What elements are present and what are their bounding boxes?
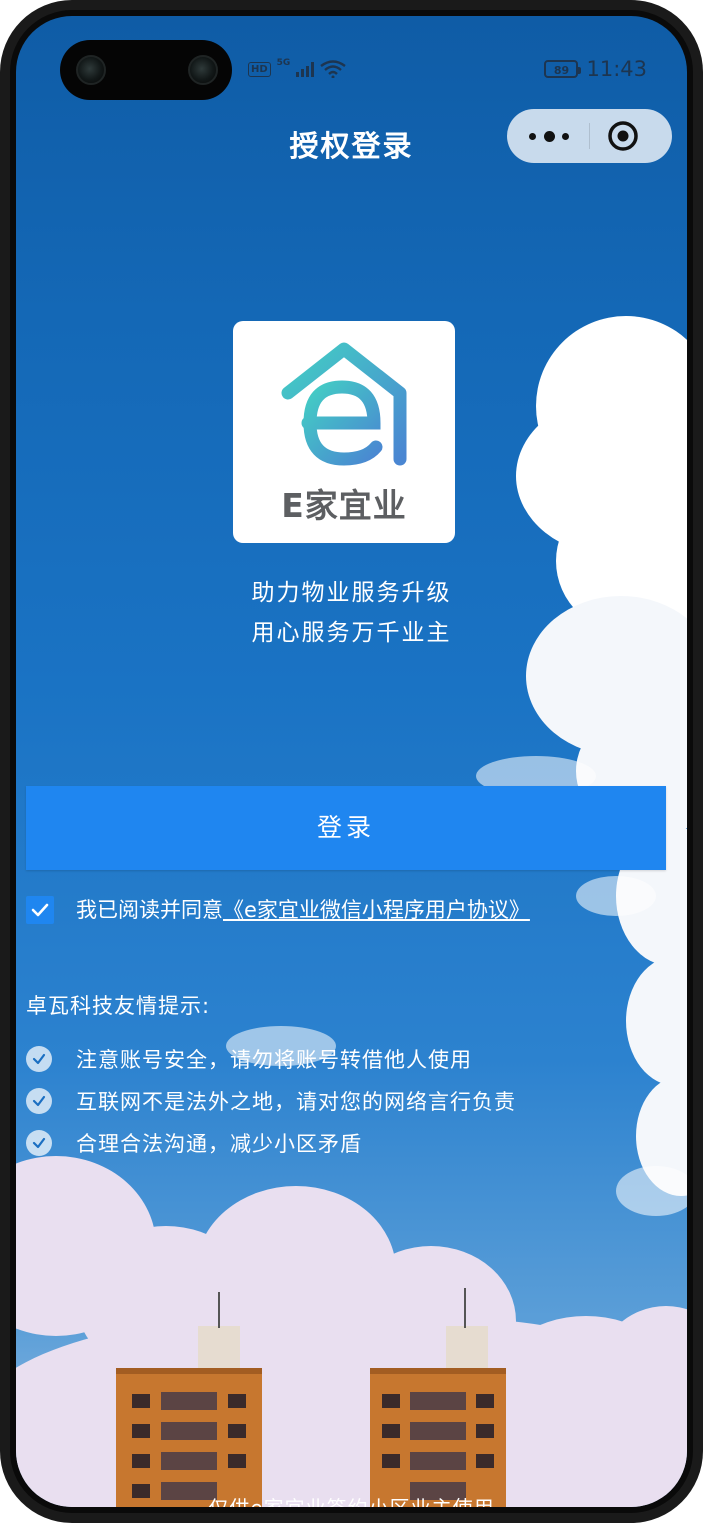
tip-text: 注意账号安全，请勿将账号转借他人使用: [76, 1048, 472, 1072]
footer-note: 仅供e家宜业签约小区业主使用: [16, 1492, 687, 1507]
hd-badge: HD: [248, 61, 271, 77]
camera-lens: [188, 55, 218, 85]
agreement-checkbox[interactable]: [26, 896, 54, 924]
building-roof: [446, 1326, 488, 1368]
agreement-prefix: 我已阅读并同意: [76, 898, 223, 922]
tips-title: 卓瓦科技友情提示:: [26, 994, 211, 1018]
signal-icon: [296, 61, 315, 77]
tip-item: 合理合法沟通，减少小区矛盾: [26, 1129, 362, 1157]
target-circle-icon[interactable]: [607, 120, 639, 152]
slogan-line-2: 用心服务万千业主: [251, 620, 452, 646]
agreement-text: 我已阅读并同意《e家宜业微信小程序用户协议》: [76, 896, 530, 924]
camera-cutout: [60, 40, 232, 100]
check-icon: [31, 903, 49, 917]
check-circle-icon: [26, 1088, 52, 1114]
agreement-link[interactable]: 《e家宜业微信小程序用户协议》: [223, 898, 530, 922]
tip-text: 互联网不是法外之地，请对您的网络言行负责: [76, 1090, 516, 1114]
house-e-logo-icon: [281, 342, 407, 466]
status-right: 89 11:43: [544, 57, 647, 81]
camera-lens: [76, 55, 106, 85]
building-right: [370, 1368, 506, 1507]
antenna: [464, 1288, 466, 1328]
phone-bezel: HD 5G 89 11:43 授权登录 E家宜业 助力物业服务升级 用心服务万千…: [10, 10, 693, 1513]
building-roof: [198, 1326, 240, 1368]
login-button[interactable]: 登录: [26, 786, 666, 870]
wifi-icon: [320, 60, 347, 78]
capsule-divider: [589, 123, 590, 149]
logo-text: E家宜业: [281, 486, 407, 525]
app-logo: E家宜业: [233, 321, 455, 543]
more-dots-icon[interactable]: [529, 123, 569, 149]
building-left: [116, 1368, 262, 1507]
antenna: [218, 1292, 220, 1328]
slogan-line-1: 助力物业服务升级: [251, 580, 452, 606]
tip-item: 注意账号安全，请勿将账号转借他人使用: [26, 1045, 472, 1073]
tip-text: 合理合法沟通，减少小区矛盾: [76, 1132, 362, 1156]
network-type: 5G: [276, 58, 291, 68]
cloud: [626, 956, 687, 1086]
check-circle-icon: [26, 1130, 52, 1156]
cloud: [616, 1166, 687, 1216]
status-time: 11:43: [586, 57, 647, 81]
phone-frame: HD 5G 89 11:43 授权登录 E家宜业 助力物业服务升级 用心服务万千…: [0, 0, 703, 1523]
miniprogram-capsule[interactable]: [507, 109, 672, 163]
battery-icon: 89: [544, 60, 582, 78]
status-left: HD 5G: [248, 58, 347, 78]
check-circle-icon: [26, 1046, 52, 1072]
screen: HD 5G 89 11:43 授权登录 E家宜业 助力物业服务升级 用心服务万千…: [16, 16, 687, 1507]
cloud: [576, 876, 656, 916]
tip-item: 互联网不是法外之地，请对您的网络言行负责: [26, 1087, 516, 1115]
